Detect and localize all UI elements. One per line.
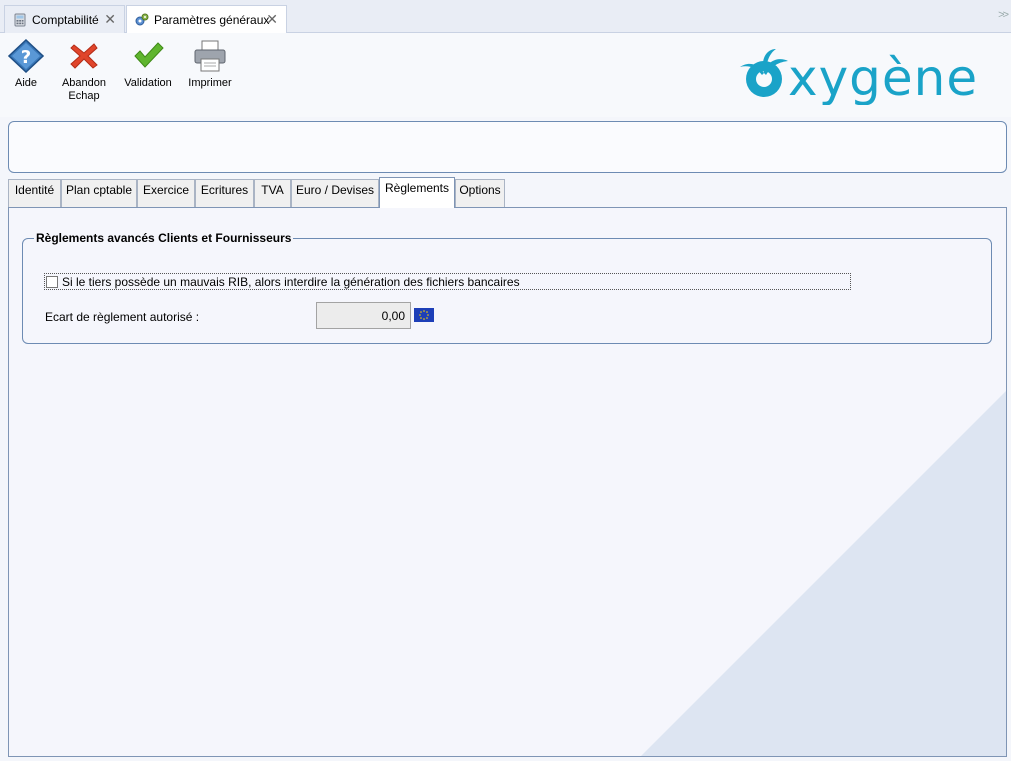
mauvais-rib-checkbox-row[interactable]: Si le tiers possède un mauvais RIB, alor… bbox=[44, 273, 851, 290]
toolbar: ? Aide Abandon Echap Validation Imprimer bbox=[0, 33, 1011, 117]
printer-icon bbox=[194, 40, 226, 72]
doc-tab-parametres-generaux[interactable]: Paramètres généraux ✕ bbox=[126, 5, 287, 33]
abandon-button[interactable]: Abandon Echap bbox=[58, 39, 110, 103]
tab-ecritures[interactable]: Ecritures bbox=[195, 179, 254, 208]
reglements-avances-group: Règlements avancés Clients et Fournisseu… bbox=[22, 231, 992, 344]
help-icon: ? bbox=[8, 39, 44, 73]
euro-flag-icon bbox=[414, 308, 434, 322]
tab-label: Règlements bbox=[384, 181, 450, 195]
tab-label: Options bbox=[459, 183, 501, 197]
logo-wordmark: xygène bbox=[788, 49, 978, 105]
oxygene-logo: xygène bbox=[738, 43, 1000, 107]
tab-label: TVA bbox=[261, 183, 284, 197]
chevron-right-double-icon[interactable]: >> bbox=[998, 9, 1009, 21]
tab-label: Ecritures bbox=[200, 183, 249, 197]
imprimer-label: Imprimer bbox=[188, 77, 232, 89]
header-panel bbox=[8, 121, 1007, 173]
settings-gears-icon bbox=[135, 13, 149, 27]
doc-tab-label: Paramètres généraux bbox=[154, 12, 270, 27]
decorative-triangle bbox=[641, 391, 1006, 756]
tab-exercice[interactable]: Exercice bbox=[137, 179, 195, 208]
aide-button[interactable]: ? Aide bbox=[6, 39, 46, 90]
document-tab-strip: Comptabilité ✕ Paramètres généraux ✕ >> bbox=[0, 0, 1011, 33]
ecart-reglement-field[interactable]: 0,00 bbox=[316, 302, 411, 329]
close-icon[interactable]: ✕ bbox=[266, 12, 278, 26]
tab-euro-devises[interactable]: Euro / Devises bbox=[291, 179, 379, 208]
tab-options[interactable]: Options bbox=[455, 179, 505, 208]
tab-label: Euro / Devises bbox=[295, 183, 375, 197]
checkmark-icon bbox=[134, 42, 164, 68]
validation-label: Validation bbox=[124, 77, 172, 89]
tab-plan-cptable[interactable]: Plan cptable bbox=[61, 179, 137, 208]
palm-tree-icon bbox=[740, 49, 788, 97]
tab-tva[interactable]: TVA bbox=[254, 179, 291, 208]
tab-identite[interactable]: Identité bbox=[8, 179, 61, 208]
close-icon[interactable]: ✕ bbox=[104, 12, 116, 26]
doc-tab-comptabilite[interactable]: Comptabilité ✕ bbox=[4, 5, 125, 33]
mauvais-rib-checkbox[interactable] bbox=[46, 275, 58, 288]
tab-label: Identité bbox=[14, 183, 55, 197]
close-icon bbox=[70, 43, 98, 69]
abandon-label: Abandon bbox=[61, 77, 107, 89]
validation-button[interactable]: Validation bbox=[121, 39, 175, 90]
doc-tab-label: Comptabilité bbox=[32, 12, 99, 27]
mauvais-rib-label: Si le tiers possède un mauvais RIB, alor… bbox=[62, 274, 520, 289]
tab-label: Plan cptable bbox=[65, 183, 133, 197]
tab-label: Exercice bbox=[142, 183, 189, 197]
calculator-icon bbox=[13, 13, 27, 27]
svg-text:?: ? bbox=[21, 47, 31, 68]
group-title: Règlements avancés Clients et Fournisseu… bbox=[34, 231, 294, 245]
reglements-panel: Règlements avancés Clients et Fournisseu… bbox=[8, 207, 1007, 757]
aide-label: Aide bbox=[14, 77, 38, 89]
abandon-shortcut-label: Echap bbox=[68, 90, 100, 102]
imprimer-button[interactable]: Imprimer bbox=[187, 39, 233, 90]
ecart-reglement-label: Ecart de règlement autorisé : bbox=[45, 310, 200, 324]
tab-reglements[interactable]: Règlements bbox=[379, 177, 455, 208]
